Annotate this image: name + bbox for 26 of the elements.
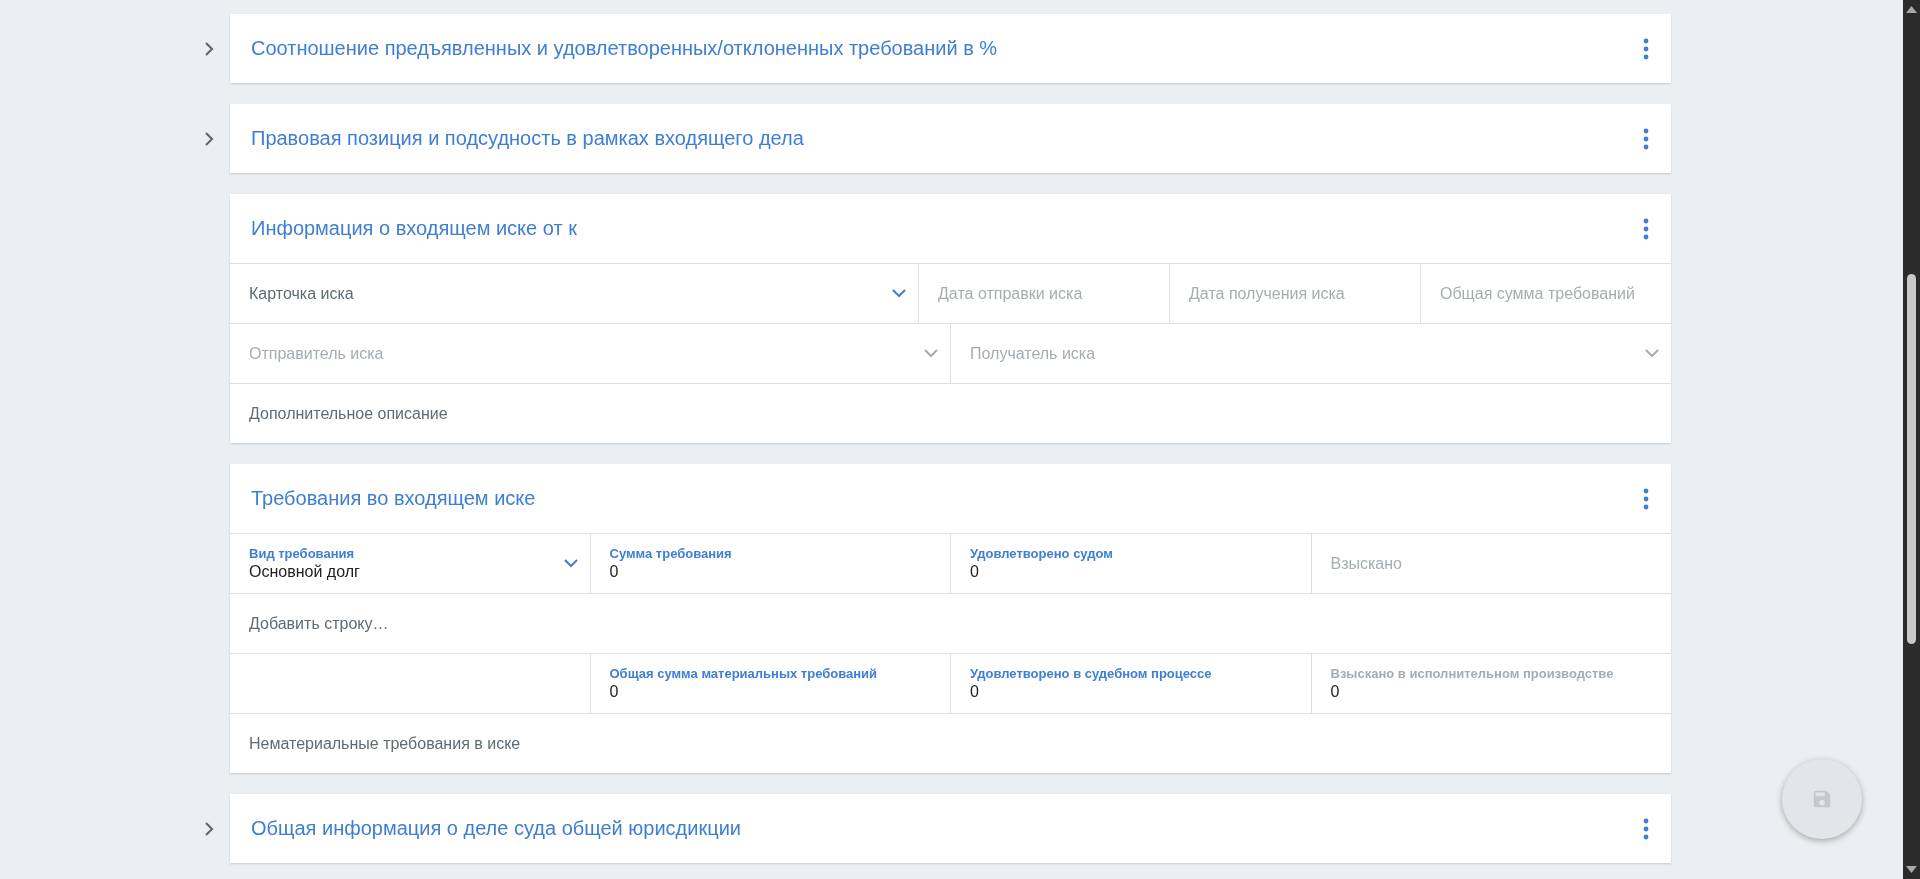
chevron-right-icon[interactable] <box>204 130 214 147</box>
more-icon[interactable] <box>1643 217 1649 240</box>
section-title[interactable]: Общая информация о деле суда общей юрисдикции <box>251 817 741 840</box>
text-field[interactable]: Нематериальные требования в иске <box>230 714 1671 773</box>
section-title[interactable]: Требования во входящем иске <box>251 487 536 510</box>
input-field[interactable]: Сумма требования 0 <box>589 534 950 593</box>
more-icon[interactable] <box>1643 817 1649 840</box>
section-title[interactable]: Правовая позиция и подсудность в рамках входящего дела <box>251 127 804 150</box>
chevron-right-icon[interactable] <box>204 40 214 57</box>
section-title[interactable]: Соотношение предъявленных и удовлетворенных/отклоненных требований в % <box>251 37 998 60</box>
more-icon[interactable] <box>1643 487 1649 510</box>
scroll-up-icon[interactable] <box>1906 6 1917 13</box>
section-title[interactable]: Информация о входящем иске от к <box>251 217 577 240</box>
text-field[interactable]: Добавить строку… <box>230 594 1671 653</box>
select-field[interactable]: Вид требования Основной долг <box>230 534 590 593</box>
input-field[interactable]: Удовлетворено судом 0 <box>950 534 1311 593</box>
more-icon[interactable] <box>1643 37 1649 60</box>
chevron-right-icon[interactable] <box>204 820 214 837</box>
input-field[interactable]: Общая сумма материальных требований 0 <box>589 654 950 713</box>
text-field[interactable]: Дополнительное описание <box>230 384 1671 443</box>
more-icon[interactable] <box>1643 127 1649 150</box>
scrollbar[interactable] <box>1903 0 1920 879</box>
input-field[interactable]: Удовлетворено в судебном процессе 0 <box>950 654 1311 713</box>
select-field[interactable]: Карточка иска <box>230 264 918 323</box>
scroll-down-icon[interactable] <box>1906 866 1917 873</box>
scrollbar-thumb[interactable] <box>1907 274 1916 644</box>
